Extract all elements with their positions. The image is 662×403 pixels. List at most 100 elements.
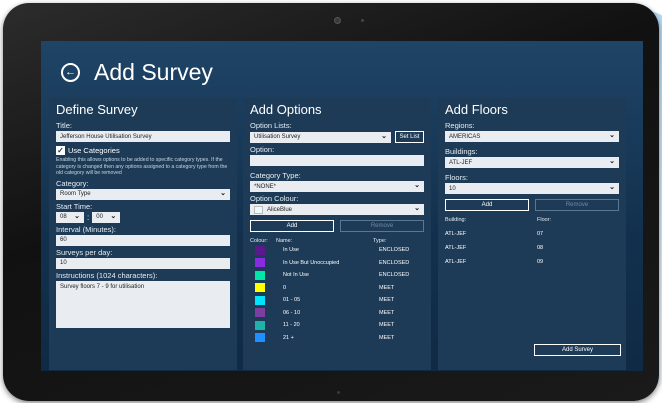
category-select[interactable]: Room Type ⌄	[56, 188, 230, 200]
chevron-down-icon: ⌄	[414, 182, 420, 189]
floor-row[interactable]: ATL-JEF 08	[445, 245, 619, 251]
option-row[interactable]: 21 + MEET	[250, 332, 424, 345]
camera	[334, 17, 341, 24]
floor-row[interactable]: ATL-JEF 09	[445, 259, 619, 265]
title-label: Title:	[56, 121, 72, 130]
option-name: 21 +	[283, 334, 294, 341]
chevron-down-icon: ⌄	[609, 158, 615, 165]
regions-label: Regions:	[445, 121, 475, 130]
start-hour-select[interactable]: 08 ⌄	[56, 211, 84, 223]
floors-table-header: Building: Floor:	[445, 217, 619, 223]
add-options-heading: Add Options	[250, 102, 322, 117]
floor-building: ATL-JEF	[445, 259, 467, 265]
help-text: Enabling this allows options to be added…	[56, 157, 228, 176]
start-minute-select[interactable]: 00 ⌄	[92, 211, 121, 223]
buildings-select[interactable]: ATL-JEF ⌄	[445, 157, 619, 168]
use-categories-checkbox[interactable]: ✓ Use Categories	[56, 146, 230, 155]
option-row[interactable]: In Use But Unoccupied ENCLOSED	[250, 257, 424, 270]
floor-row[interactable]: ATL-JEF 07	[445, 231, 619, 237]
colour-swatch	[254, 205, 263, 214]
option-colour-select[interactable]: AliceBlue ⌄	[250, 204, 424, 215]
option-input[interactable]	[250, 155, 424, 166]
floor-building: ATL-JEF	[445, 245, 467, 251]
option-type: ENCLOSED	[379, 259, 410, 266]
arrow-left-icon: ←	[65, 66, 76, 78]
option-type: ENCLOSED	[379, 272, 410, 279]
options-list: In Use ENCLOSED In Use But Unoccupied ENCLO…	[250, 244, 424, 344]
chevron-down-icon: ⌄	[220, 189, 226, 197]
sensor	[361, 19, 364, 22]
back-button[interactable]: ←	[61, 63, 80, 82]
category-label: Category:	[56, 178, 89, 188]
use-categories-label: Use Categories	[68, 146, 120, 155]
floors-select[interactable]: 10 ⌄	[445, 183, 619, 194]
instructions-textarea[interactable]: Survey floors 7 - 9 for utilisation	[56, 280, 230, 328]
option-type: ENCLOSED	[379, 247, 410, 254]
remove-floor-button[interactable]: Remove	[535, 199, 619, 211]
surveys-per-day-label: Surveys per day:	[56, 247, 113, 257]
chevron-down-icon: ⌄	[609, 132, 615, 139]
add-options-panel: Add Options Option Lists: Utilisation Su…	[243, 98, 431, 370]
floor-number: 07	[537, 231, 544, 237]
colour-column-header: Colour:	[250, 238, 268, 244]
chevron-down-icon: ⌄	[414, 205, 420, 212]
floors-label: Floors:	[445, 173, 468, 182]
define-survey-heading: Define Survey	[56, 102, 138, 117]
option-colour-swatch	[255, 308, 265, 318]
interval-label: Interval (Minutes):	[56, 224, 117, 234]
floors-list: ATL-JEF 07 ATL-JEF 08 ATL-JEF 09	[445, 231, 619, 265]
option-colour-swatch	[255, 320, 265, 330]
start-time-label: Start Time:	[56, 201, 93, 211]
add-floors-panel: Add Floors Regions: AMERICAS ⌄ Buildings:…	[438, 98, 626, 370]
regions-select[interactable]: AMERICAS ⌄	[445, 131, 619, 142]
option-row[interactable]: 06 - 10 MEET	[250, 307, 424, 320]
option-row[interactable]: 01 - 05 MEET	[250, 294, 424, 307]
option-colour-swatch	[255, 258, 265, 268]
app-screen: ← Add Survey Define Survey Title: Jeffer…	[41, 41, 643, 371]
building-column-header: Building:	[445, 217, 467, 223]
chevron-down-icon: ⌄	[381, 132, 387, 140]
option-colour-swatch	[255, 333, 265, 343]
option-type: MEET	[379, 309, 395, 316]
option-type: MEET	[379, 297, 395, 304]
option-row[interactable]: 0 MEET	[250, 282, 424, 295]
option-colour-swatch	[255, 295, 265, 305]
checkmark-icon: ✓	[56, 146, 65, 155]
option-type: MEET	[379, 322, 395, 329]
option-colour-swatch	[255, 270, 265, 280]
option-label: Option:	[250, 145, 275, 154]
chevron-down-icon: ⌄	[74, 212, 80, 220]
interval-input[interactable]: 60	[56, 234, 230, 246]
add-floor-button[interactable]: Add	[445, 199, 529, 211]
option-row[interactable]: In Use ENCLOSED	[250, 244, 424, 257]
option-name: 01 - 05	[283, 297, 301, 304]
option-name: In Use But Unoccupied	[283, 259, 340, 266]
floor-building: ATL-JEF	[445, 231, 467, 237]
option-colour-swatch	[255, 283, 265, 293]
option-type: MEET	[379, 284, 395, 291]
floor-column-header: Floor:	[537, 217, 552, 223]
add-option-button[interactable]: Add	[250, 220, 334, 232]
set-list-button[interactable]: Set List	[395, 131, 424, 143]
surveys-per-day-input[interactable]: 10	[56, 257, 230, 269]
option-name: 06 - 10	[283, 309, 301, 316]
chevron-down-icon: ⌄	[110, 212, 117, 220]
option-name: Not In Use	[283, 272, 309, 279]
option-colour-label: Option Colour:	[250, 194, 299, 203]
option-name: 11 - 20	[283, 322, 300, 329]
add-survey-button[interactable]: Add Survey	[534, 344, 621, 356]
floor-number: 08	[537, 245, 544, 251]
remove-option-button[interactable]: Remove	[340, 220, 424, 232]
option-lists-label: Option Lists:	[250, 121, 292, 130]
home-indicator	[337, 391, 340, 394]
option-lists-select[interactable]: Utilisation Survey ⌄	[250, 131, 391, 143]
category-type-label: Category Type:	[250, 171, 301, 180]
type-column-header: Type:	[373, 238, 387, 244]
category-type-select[interactable]: *NONE* ⌄	[250, 181, 424, 192]
option-row[interactable]: 11 - 20 MEET	[250, 319, 424, 332]
define-survey-panel: Define Survey Title: Jefferson House Uti…	[49, 98, 237, 370]
title-input[interactable]: Jefferson House Utilisation Survey	[56, 131, 230, 142]
option-row[interactable]: Not In Use ENCLOSED	[250, 269, 424, 282]
option-colour-swatch	[255, 245, 265, 255]
buildings-label: Buildings:	[445, 147, 478, 156]
